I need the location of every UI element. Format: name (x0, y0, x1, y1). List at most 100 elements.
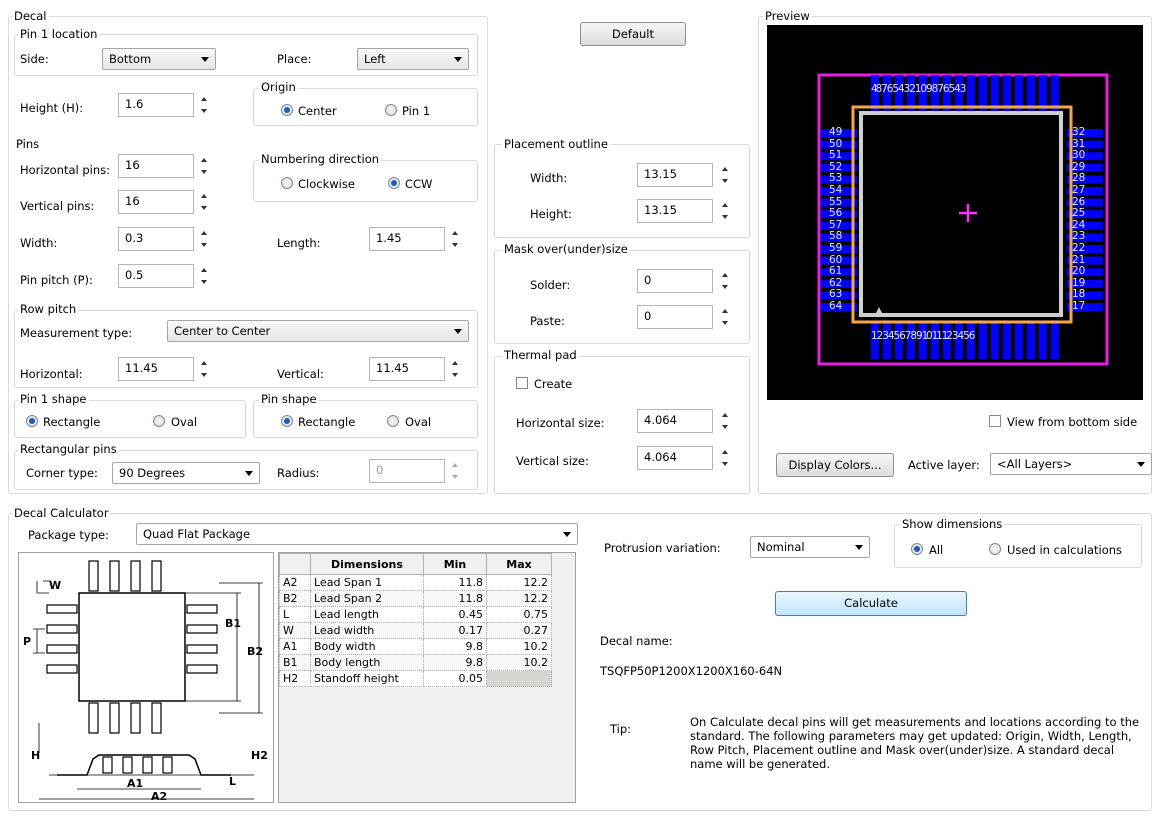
spin-up-icon[interactable] (722, 273, 728, 277)
spin-down-icon[interactable] (722, 179, 728, 183)
active-layer-select[interactable]: <All Layers> (990, 453, 1152, 475)
pin-length-input[interactable]: 1.45 (369, 227, 445, 251)
spin-down-icon[interactable] (201, 280, 207, 284)
measurement-type-select[interactable]: Center to Center (167, 320, 469, 342)
pin-pitch-input[interactable]: 0.5 (118, 264, 194, 288)
table-row[interactable]: B2 Lead Span 2 11.8 12.2 (279, 590, 552, 607)
row-min[interactable]: 11.8 (423, 574, 487, 591)
row-max[interactable]: 0.27 (486, 622, 552, 639)
spin-up-icon[interactable] (722, 413, 728, 417)
vertical-pins-input[interactable]: 16 (118, 190, 194, 214)
vertical-pins-spinner[interactable] (198, 190, 212, 214)
spin-down-icon[interactable] (201, 170, 207, 174)
horizontal-pins-spinner[interactable] (198, 154, 212, 178)
vsize-spinner[interactable] (719, 446, 733, 470)
spin-up-icon[interactable] (201, 158, 207, 162)
package-type-select[interactable]: Quad Flat Package (136, 523, 578, 545)
spin-down-icon[interactable] (452, 373, 458, 377)
table-row[interactable]: A1 Body width 9.8 10.2 (279, 638, 552, 655)
radius-input[interactable]: 0 (369, 459, 445, 483)
spin-up-icon[interactable] (722, 167, 728, 171)
spin-up-icon[interactable] (452, 463, 458, 467)
row-min[interactable]: 9.8 (423, 638, 487, 655)
show-used-radio[interactable] (989, 543, 1001, 555)
origin-center-radio[interactable] (281, 104, 293, 116)
spin-down-icon[interactable] (201, 373, 207, 377)
spin-down-icon[interactable] (201, 109, 207, 113)
place-select[interactable]: Left (357, 48, 469, 70)
pin-width-spinner[interactable] (198, 227, 212, 251)
spin-down-icon[interactable] (722, 215, 728, 219)
spin-up-icon[interactable] (201, 268, 207, 272)
spin-down-icon[interactable] (201, 206, 207, 210)
row-horizontal-input[interactable]: 11.45 (118, 357, 194, 381)
table-row[interactable]: L Lead length 0.45 0.75 (279, 606, 552, 623)
spin-up-icon[interactable] (722, 309, 728, 313)
row-vertical-input[interactable]: 11.45 (369, 357, 445, 381)
row-max[interactable]: 0.75 (486, 606, 552, 623)
row-horizontal-spinner[interactable] (198, 357, 212, 381)
table-row[interactable]: W Lead width 0.17 0.27 (279, 622, 552, 639)
protrusion-select[interactable]: Nominal (750, 536, 870, 558)
row-min[interactable]: 0.17 (423, 622, 487, 639)
spin-down-icon[interactable] (201, 243, 207, 247)
paste-input[interactable]: 0 (637, 305, 713, 329)
row-min[interactable]: 9.8 (423, 654, 487, 671)
outline-width-input[interactable]: 13.15 (637, 163, 713, 187)
spin-up-icon[interactable] (722, 203, 728, 207)
row-max[interactable]: 12.2 (486, 590, 552, 607)
row-max[interactable]: 12.2 (486, 574, 552, 591)
view-bottom-checkbox[interactable] (989, 415, 1001, 427)
pin-width-input[interactable]: 0.3 (118, 227, 194, 251)
calculate-button[interactable]: Calculate (775, 591, 967, 616)
pin-pitch-spinner[interactable] (198, 264, 212, 288)
preview-canvas[interactable]: 48 7 6 5 4 3 2 1 0 9 8 7 6 5 4 3 1 2 3 4… (767, 25, 1143, 400)
row-max[interactable]: 10.2 (486, 638, 552, 655)
solder-input[interactable]: 0 (637, 269, 713, 293)
row-min[interactable]: 0.45 (423, 606, 487, 623)
height-spinner[interactable] (198, 93, 212, 117)
row-min[interactable]: 11.8 (423, 590, 487, 607)
side-select[interactable]: Bottom (102, 48, 216, 70)
height-input[interactable]: 1.6 (118, 93, 194, 117)
spin-down-icon[interactable] (722, 425, 728, 429)
radius-spinner[interactable] (449, 459, 463, 483)
outline-height-spinner[interactable] (719, 199, 733, 223)
table-row[interactable]: A2 Lead Span 1 11.8 12.2 (279, 574, 552, 591)
spin-up-icon[interactable] (201, 361, 207, 365)
spin-down-icon[interactable] (722, 462, 728, 466)
table-row[interactable]: B1 Body length 9.8 10.2 (279, 654, 552, 671)
spin-up-icon[interactable] (201, 194, 207, 198)
spin-up-icon[interactable] (452, 231, 458, 235)
outline-width-spinner[interactable] (719, 163, 733, 187)
vsize-input[interactable]: 4.064 (637, 446, 713, 470)
spin-up-icon[interactable] (452, 361, 458, 365)
create-checkbox[interactable] (516, 377, 528, 389)
default-button[interactable]: Default (580, 22, 686, 46)
numbering-ccw-radio[interactable] (388, 177, 400, 189)
display-colors-button[interactable]: Display Colors... (776, 453, 894, 477)
paste-spinner[interactable] (719, 305, 733, 329)
pin-shape-oval-radio[interactable] (387, 415, 399, 427)
pin-shape-rectangle-radio[interactable] (281, 415, 293, 427)
pin1-shape-oval-radio[interactable] (153, 415, 165, 427)
show-all-radio[interactable] (911, 543, 923, 555)
hsize-spinner[interactable] (719, 409, 733, 433)
spin-down-icon[interactable] (452, 243, 458, 247)
spin-up-icon[interactable] (201, 231, 207, 235)
spin-down-icon[interactable] (722, 321, 728, 325)
numbering-clockwise-radio[interactable] (281, 177, 293, 189)
outline-height-input[interactable]: 13.15 (637, 199, 713, 223)
spin-down-icon[interactable] (722, 285, 728, 289)
corner-type-select[interactable]: 90 Degrees (112, 462, 260, 484)
pin1-shape-rectangle-radio[interactable] (26, 415, 38, 427)
spin-down-icon[interactable] (452, 475, 458, 479)
row-vertical-spinner[interactable] (449, 357, 463, 381)
solder-spinner[interactable] (719, 269, 733, 293)
pin-length-spinner[interactable] (449, 227, 463, 251)
table-row[interactable]: H2 Standoff height 0.05 (279, 670, 552, 687)
spin-up-icon[interactable] (722, 450, 728, 454)
origin-pin1-radio[interactable] (385, 104, 397, 116)
spin-up-icon[interactable] (201, 97, 207, 101)
horizontal-pins-input[interactable]: 16 (118, 154, 194, 178)
